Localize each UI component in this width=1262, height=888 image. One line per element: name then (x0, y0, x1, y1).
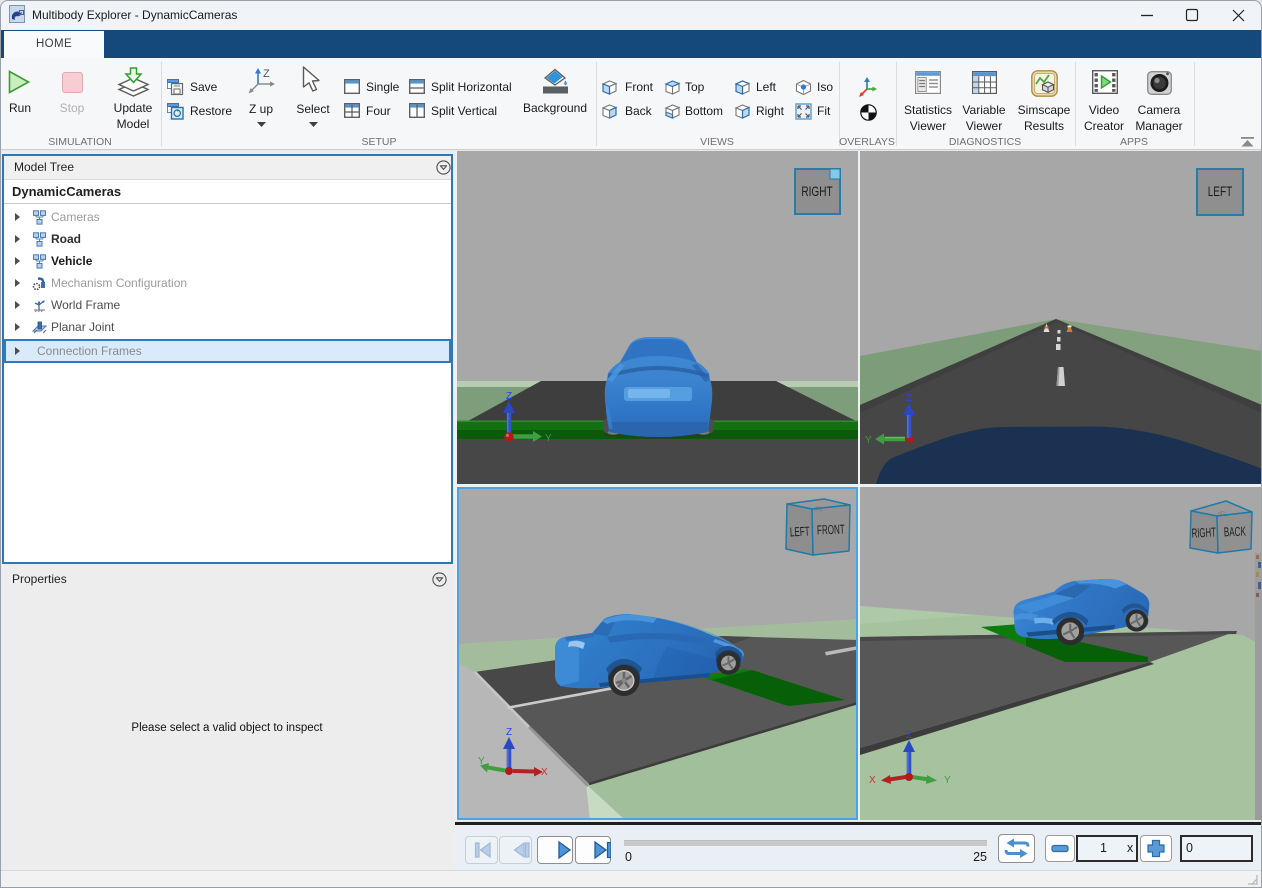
svg-text:LEFT: LEFT (1208, 183, 1233, 199)
svg-text:Z: Z (506, 391, 512, 402)
svg-text:Z: Z (263, 68, 270, 80)
svg-text:RIGHT: RIGHT (801, 183, 833, 199)
svg-text:X: X (541, 767, 548, 778)
svg-text:RIGHT: RIGHT (1191, 525, 1216, 541)
svg-text:LEFT: LEFT (790, 525, 811, 540)
svg-text:Y: Y (478, 756, 485, 767)
svg-text:X: X (869, 775, 876, 786)
svg-text:Z: Z (506, 727, 512, 738)
svg-text:Z: Z (906, 730, 912, 741)
svg-text:TOP: TOP (814, 503, 824, 511)
svg-text:Y: Y (944, 775, 951, 786)
svg-text:Y: Y (545, 433, 552, 444)
svg-text:Y: Y (865, 435, 872, 446)
svg-text:FRONT: FRONT (817, 523, 845, 538)
svg-text:BACK: BACK (1224, 525, 1247, 540)
svg-text:Z: Z (906, 393, 912, 404)
